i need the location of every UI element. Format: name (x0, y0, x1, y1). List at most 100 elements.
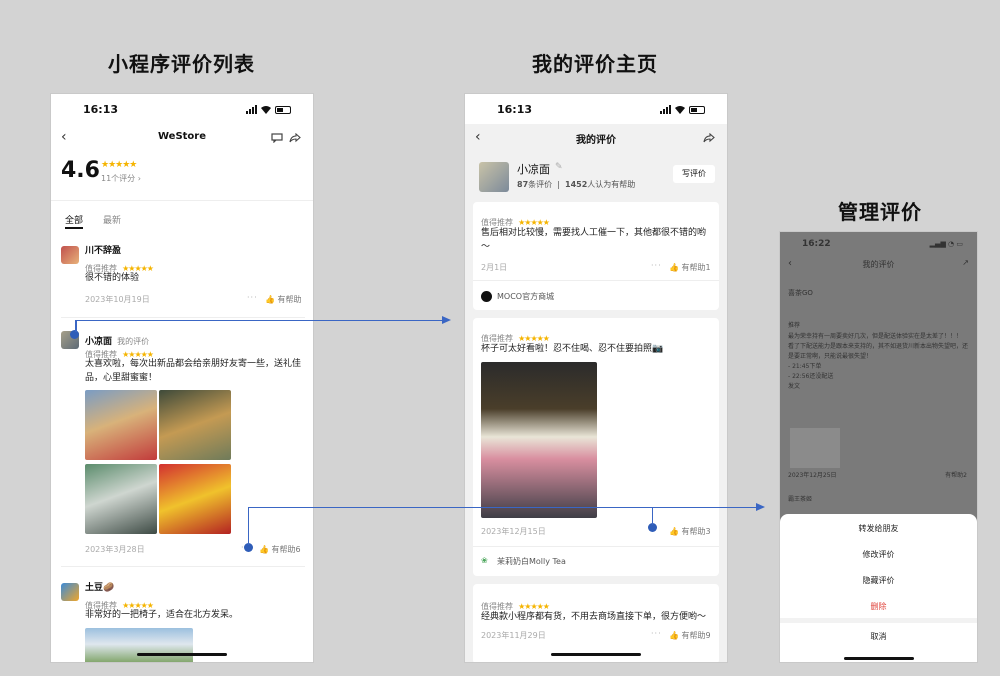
profile-stats: 87条评价 | 1452人认为有帮助 (517, 180, 636, 189)
store-name[interactable]: 茉莉奶白Molly Tea (497, 556, 566, 567)
section-title-list: 小程序评价列表 (108, 52, 255, 76)
home-indicator (137, 653, 227, 656)
helpful-label: 有帮助3 (681, 527, 711, 536)
review-photo[interactable] (481, 362, 597, 518)
review-text: 经典款小程序都有货，不用去商场直接下单，很方便哟～ (481, 612, 707, 622)
review-date: 2月1日 (481, 263, 508, 272)
review-card[interactable]: 值得推荐 ★★★★★ 售后相对比较慢，需要找人工催一下，其他都很不错的哟～ 2月… (473, 202, 719, 310)
connector-line (652, 507, 653, 525)
helpful-button[interactable]: 👍 有帮助6 (259, 544, 301, 555)
divider (473, 280, 719, 281)
review-text: 非常好的一把椅子，适合在北方发呆。 (85, 610, 239, 620)
home-indicator (843, 657, 914, 660)
bg-review-text: 最为荣幸持有一周要卖好几次，但是配送体验实在是太差了！！！ 看了下配送能力是跟本… (788, 332, 968, 392)
divider (61, 566, 305, 567)
store-name: 喜茶GO (788, 289, 813, 297)
battery-icon (689, 106, 705, 114)
helpful-button[interactable]: 👍 有帮助3 (669, 526, 711, 537)
signal-icon (246, 105, 257, 114)
recommend-tag: 推荐 (788, 322, 801, 329)
share-icon[interactable] (703, 133, 715, 143)
delete-review-button[interactable]: 删除 (780, 601, 977, 612)
edit-review-button[interactable]: 修改评价 (780, 549, 977, 560)
thumb-up-icon: 👍 (259, 545, 269, 554)
forward-to-friend-button[interactable]: 转发给朋友 (780, 523, 977, 534)
phone-manage-review: 16:22 ▂▄▆ ◔ ▭ ‹ 我的评价 ↗ 喜茶GO 推荐 最为荣幸持有一周要… (779, 231, 978, 663)
connector-line (248, 507, 756, 508)
share-icon: ↗ (962, 258, 969, 267)
share-icon[interactable] (289, 133, 301, 143)
review-date: 2023年10月19日 (85, 295, 150, 304)
nav-bar: ‹ WeStore (51, 124, 313, 154)
thumb-up-icon: 👍 (265, 295, 275, 304)
store-logo (481, 291, 492, 302)
helpful-label: 有帮助6 (271, 545, 301, 554)
nav-bar: ‹ 我的评价 (465, 124, 727, 154)
helpful-label: 有帮助1 (681, 263, 711, 272)
review-photo[interactable] (159, 390, 231, 460)
review-date: 2023年3月28日 (85, 545, 145, 554)
bg-photo (790, 428, 840, 468)
edit-icon[interactable]: ✎ (555, 162, 563, 172)
review-photo[interactable] (159, 464, 231, 534)
status-time: 16:13 (497, 103, 533, 116)
reviewer-name: 川不辞盈 (85, 246, 122, 256)
divider (780, 618, 977, 623)
review-date: 2023年12月15日 (481, 527, 546, 536)
review-card[interactable]: 值得推荐 ★★★★★ 杯子可太好看啦！忍不住喝、忍不住要拍照📷 2023年12月… (473, 318, 719, 576)
review-card[interactable]: 值得推荐 ★★★★★ 经典款小程序都有货，不用去商场直接下单，很方便哟～ 202… (473, 584, 719, 662)
connector-line (248, 507, 249, 545)
cancel-button[interactable]: 取消 (780, 631, 977, 642)
more-icon[interactable]: ··· (247, 293, 258, 302)
tab-underline (65, 227, 83, 229)
helpful-button[interactable]: 👍 有帮助1 (669, 262, 711, 273)
review-text: 售后相对比较慢，需要找人工催一下，其他都很不错的哟～ (481, 228, 707, 252)
thumb-up-icon: 👍 (669, 263, 679, 272)
status-icons (660, 105, 705, 114)
review-text: 杯子可太好看啦！忍不住喝、忍不住要拍照📷 (481, 344, 664, 354)
overall-stars: ★★★★★ (101, 160, 137, 170)
thumb-up-icon: 👍 (669, 631, 679, 640)
helpful-button[interactable]: 👍 有帮助 (265, 294, 302, 305)
thumb-up-icon: 👍 (669, 527, 679, 536)
connector-line (75, 320, 443, 321)
helpful-label: 有帮助9 (681, 631, 711, 640)
helpful-count: 1452 (565, 180, 588, 189)
signal-icon (660, 105, 671, 114)
store-name[interactable]: MOCO官方商城 (497, 291, 554, 302)
helpful-count-label: 人认为有帮助 (587, 180, 636, 189)
status-icons: ▂▄▆ ◔ ▭ (929, 240, 963, 248)
tab-all[interactable]: 全部 (65, 213, 83, 226)
review-photo[interactable] (85, 464, 157, 534)
rating-count[interactable]: 11个评分 › (101, 173, 141, 184)
helpful-button[interactable]: 👍 有帮助9 (669, 630, 711, 641)
bg-line: 看了下配送能力是跟本来支持的，其不如退货川新本出物失望吧，还是要正常啊，只能说最… (788, 343, 969, 360)
profile-name: 小凉面 (517, 163, 550, 176)
phone-review-list: 16:13 ‹ WeStore 4.6 ★★★★★ 11个评分 › 全部 最新 … (50, 93, 314, 663)
avatar[interactable] (61, 246, 79, 264)
status-time: 16:13 (83, 103, 119, 116)
more-icon[interactable]: ··· (651, 261, 662, 270)
review-text: 很不错的体验 (85, 273, 140, 283)
store-name: 霸王茶姬 (788, 496, 813, 503)
write-review-button[interactable]: 写评价 (673, 165, 715, 183)
profile-avatar[interactable] (479, 162, 509, 192)
status-bar: 16:13 (465, 94, 727, 124)
helpful-label: 有帮助2 (945, 472, 967, 479)
status-time: 16:22 (802, 239, 831, 249)
divider (473, 546, 719, 547)
bg-line: - 22:56还没配送 (788, 373, 834, 380)
hide-review-button[interactable]: 隐藏评价 (780, 575, 977, 586)
helpful-label: 有帮助 (277, 295, 302, 304)
review-date: 2023年12月25日 (788, 472, 837, 479)
feedback-icon[interactable] (271, 133, 283, 143)
avatar[interactable] (61, 583, 79, 601)
connector-line (75, 320, 77, 332)
section-title-manage: 管理评价 (838, 200, 922, 224)
more-icon[interactable]: ··· (651, 629, 662, 638)
tab-latest[interactable]: 最新 (103, 213, 121, 226)
phone-my-review-home: 16:13 ‹ 我的评价 小凉面 ✎ 87条评价 | 1452人认为有帮助 写评… (464, 93, 728, 663)
review-text: 太喜欢啦，每次出新品都会给亲朋好友寄一些，送礼佳品，心里甜蜜蜜！ (85, 359, 302, 383)
review-photo[interactable] (85, 628, 193, 662)
review-photo[interactable] (85, 390, 157, 460)
